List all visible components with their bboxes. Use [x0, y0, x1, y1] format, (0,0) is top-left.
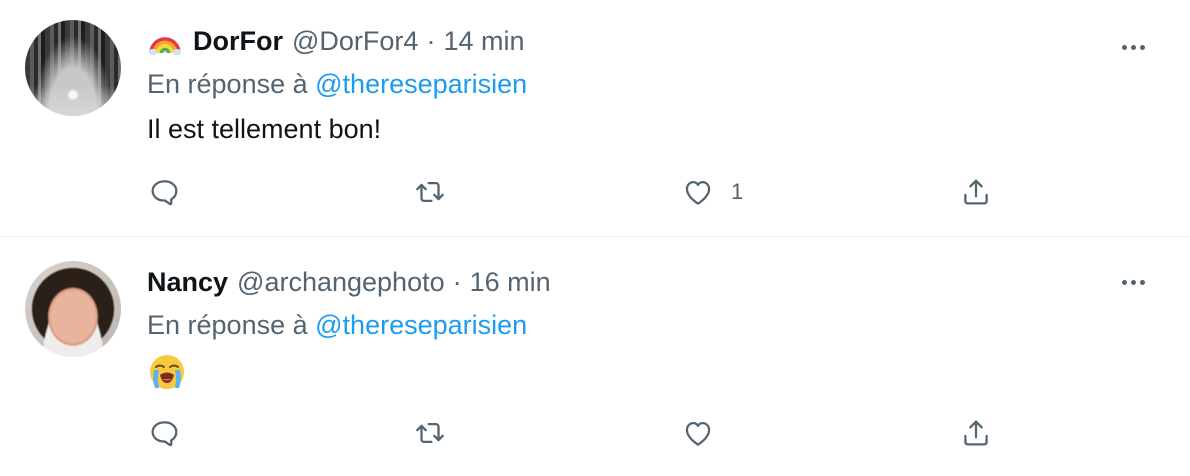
like-icon	[685, 421, 711, 446]
more-options-icon[interactable]	[1116, 32, 1150, 62]
share-button[interactable]	[959, 413, 993, 453]
like-button[interactable]	[681, 413, 731, 453]
display-name[interactable]: Nancy	[147, 267, 228, 298]
share-icon	[964, 420, 988, 446]
tweet-header: Nancy @archangephoto · 16 min	[147, 264, 1150, 300]
like-icon	[685, 180, 711, 205]
rainbow-emoji-icon	[147, 23, 183, 59]
timestamp[interactable]: 16 min	[470, 267, 551, 298]
share-button[interactable]	[959, 172, 993, 212]
reply-mention-link[interactable]: @thereseparisien	[315, 69, 527, 99]
reply-button[interactable]	[147, 172, 181, 212]
retweet-icon	[416, 181, 444, 203]
tweet-item[interactable]: Nancy @archangephoto · 16 min En réponse…	[0, 237, 1190, 476]
reply-prefix: En réponse à	[147, 310, 308, 340]
avatar[interactable]	[25, 261, 121, 357]
retweet-icon	[416, 422, 444, 444]
reply-button[interactable]	[147, 413, 181, 453]
reply-context: En réponse à @thereseparisien	[147, 308, 1150, 342]
loudly-crying-face-emoji-icon	[150, 355, 184, 389]
reply-icon	[151, 180, 178, 206]
tweet-text	[147, 352, 1150, 392]
user-handle[interactable]: @DorFor4	[292, 26, 418, 57]
tweet-actions	[147, 413, 1007, 453]
avatar[interactable]	[25, 20, 121, 116]
reply-prefix: En réponse à	[147, 69, 308, 99]
separator-dot: ·	[426, 25, 436, 56]
reply-context: En réponse à @thereseparisien	[147, 67, 1150, 101]
tweet-item[interactable]: DorFor @DorFor4 · 14 min En réponse à @t…	[0, 0, 1190, 237]
more-options-icon[interactable]	[1116, 267, 1150, 297]
share-icon	[964, 179, 988, 205]
reply-icon	[151, 421, 178, 447]
like-button[interactable]: 1	[681, 172, 743, 212]
retweet-button[interactable]	[413, 172, 447, 212]
tweet-body: Nancy @archangephoto · 16 min En réponse…	[147, 264, 1150, 392]
tweet-header: DorFor @DorFor4 · 14 min	[147, 23, 1150, 59]
user-handle[interactable]: @archangephoto	[237, 267, 445, 298]
reply-mention-link[interactable]: @thereseparisien	[315, 310, 527, 340]
like-count: 1	[731, 179, 744, 204]
tweet-body: DorFor @DorFor4 · 14 min En réponse à @t…	[147, 23, 1150, 147]
tweet-actions: 1	[147, 172, 1007, 212]
display-name[interactable]: DorFor	[193, 26, 283, 57]
separator-dot: ·	[452, 266, 462, 297]
timestamp[interactable]: 14 min	[443, 26, 524, 57]
retweet-button[interactable]	[413, 413, 447, 453]
tweet-text: Il est tellement bon!	[147, 114, 382, 144]
